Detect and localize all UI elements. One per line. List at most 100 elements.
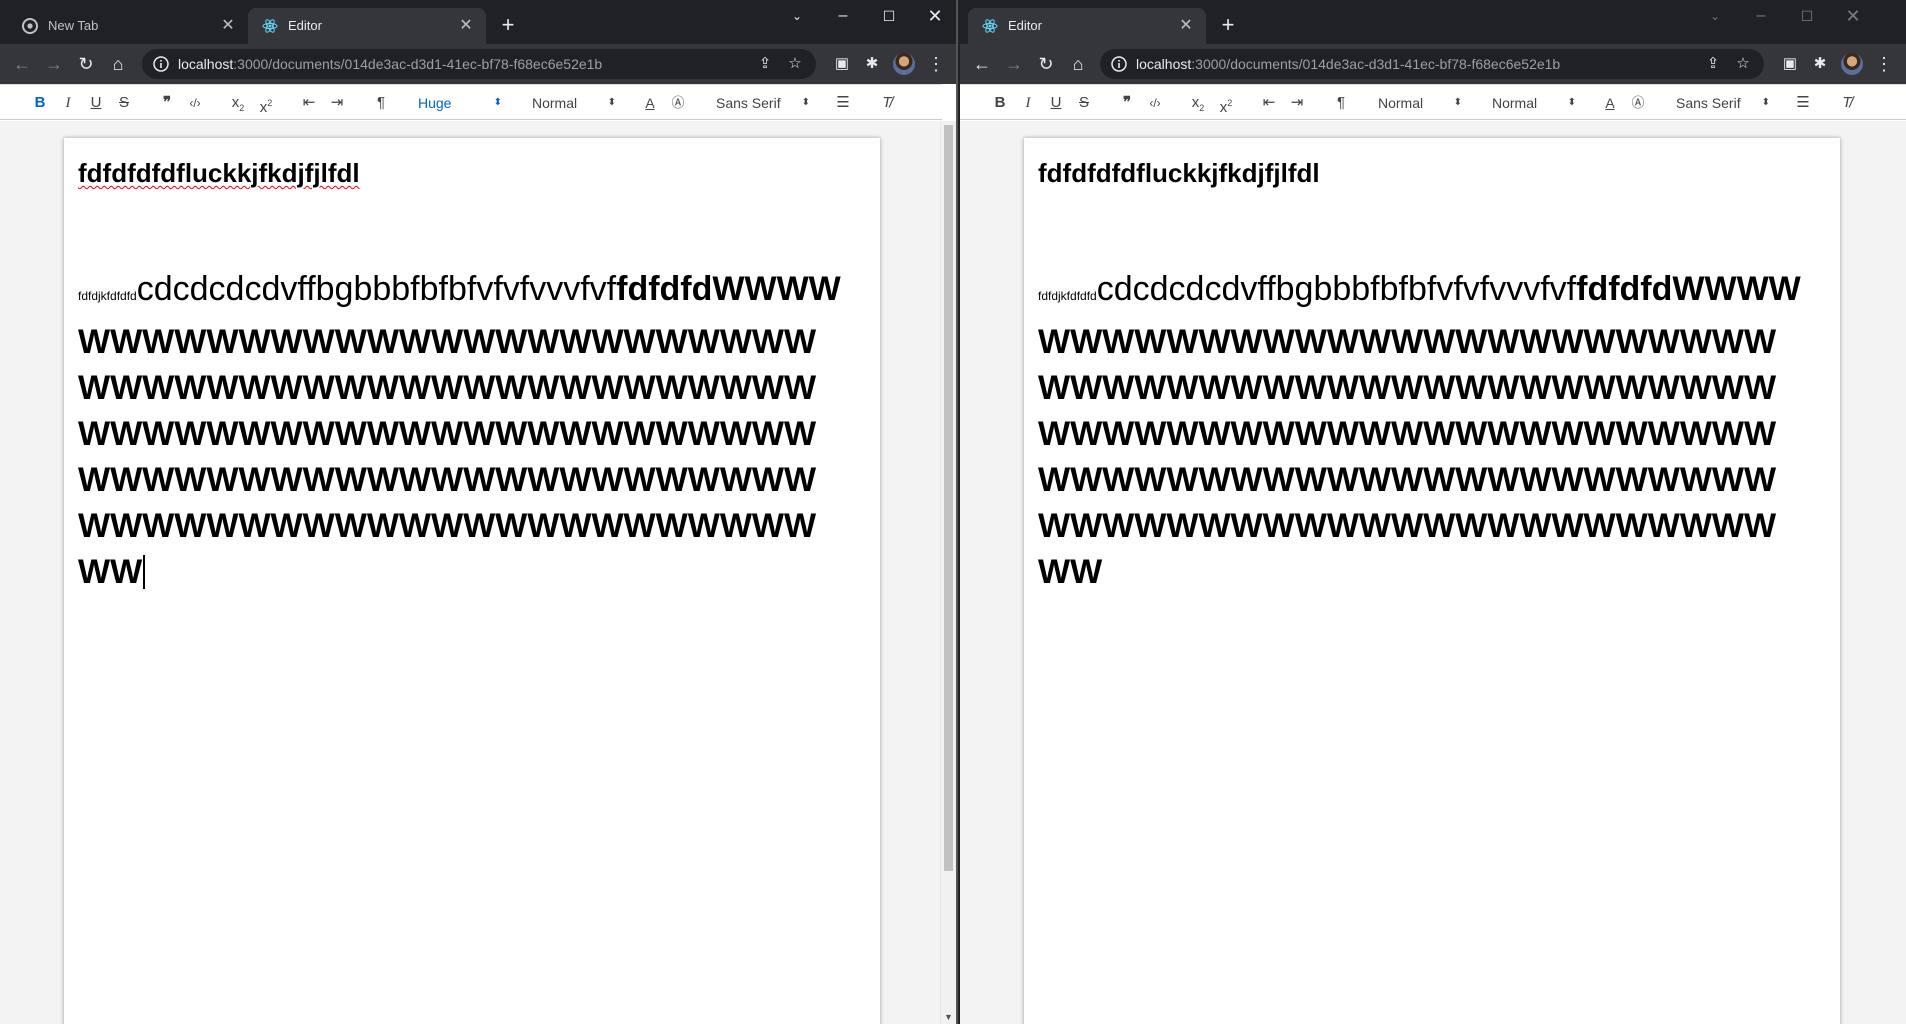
close-tab-icon[interactable]: ✕ (1176, 16, 1196, 36)
info-icon[interactable] (152, 55, 170, 73)
document-heading: fdfdfdfdfluckkjfkdjfjlfdl (1038, 158, 1320, 188)
tab-editor[interactable]: Editor ✕ (968, 8, 1206, 44)
font-select[interactable]: Sans Serif ⬍ (1676, 91, 1770, 115)
size-select[interactable]: Huge ⬍ (418, 91, 502, 115)
address-bar[interactable]: localhost:3000/documents/014de3ac-d3d1-4… (142, 49, 816, 79)
react-icon (982, 19, 998, 33)
indent-decrease-icon[interactable]: ⇤ (298, 91, 320, 115)
clear-format-icon[interactable]: T̸ (876, 91, 898, 115)
tab-new-tab[interactable]: New Tab ✕ (8, 8, 248, 44)
bold-button[interactable]: B (990, 91, 1010, 115)
reload-button[interactable]: ↻ (72, 50, 100, 78)
avatar[interactable] (1841, 53, 1863, 75)
forward-button[interactable]: → (1000, 50, 1028, 78)
share-icon[interactable]: ⇪ (1702, 53, 1724, 75)
puzzle-icon[interactable]: ✱ (1806, 50, 1834, 78)
code-block-icon[interactable]: ‹/› (184, 91, 206, 115)
tab-search-icon[interactable]: ⌄ (1692, 2, 1738, 30)
italic-button[interactable]: I (1018, 91, 1038, 115)
tab-search-icon[interactable]: ⌄ (774, 2, 820, 30)
maximize-button[interactable]: ☐ (866, 2, 912, 30)
code-block-icon[interactable]: ‹/› (1144, 91, 1166, 115)
tiny-text: fdfdjkfdfdfd (78, 289, 137, 303)
address-bar[interactable]: localhost:3000/documents/014de3ac-d3d1-4… (1100, 49, 1764, 79)
indent-decrease-icon[interactable]: ⇤ (1258, 91, 1280, 115)
indent-increase-icon[interactable]: ⇥ (1286, 91, 1308, 115)
underline-button[interactable]: U (1046, 91, 1066, 115)
close-window-button[interactable]: ✕ (912, 2, 956, 30)
strike-button[interactable]: S (1074, 91, 1094, 115)
size-select-value: Huge (418, 95, 452, 111)
superscript-button[interactable]: x2 (1214, 91, 1238, 116)
underline-button[interactable]: U (86, 91, 106, 115)
select-arrow-icon: ⬍ (493, 97, 502, 108)
text-color-icon[interactable]: A (1600, 91, 1620, 115)
indent-increase-icon[interactable]: ⇥ (326, 91, 348, 115)
close-tab-icon[interactable]: ✕ (456, 16, 476, 36)
home-icon[interactable]: ⌂ (1064, 50, 1092, 78)
puzzle-icon[interactable]: ✱ (858, 50, 886, 78)
strike-button[interactable]: S (114, 91, 134, 115)
background-color-icon[interactable]: Ⓐ (668, 91, 688, 115)
clear-format-icon[interactable]: T̸ (1836, 91, 1858, 115)
blockquote-icon[interactable]: ❞ (1116, 91, 1138, 115)
header-select[interactable]: Normal ⬍ (1492, 91, 1576, 115)
header-select[interactable]: Normal ⬍ (532, 91, 616, 115)
back-button[interactable]: ← (968, 50, 996, 78)
share-icon[interactable]: ⇪ (754, 53, 776, 75)
menu-icon[interactable]: ⋮ (922, 50, 950, 78)
align-left-icon[interactable]: ☰ (1792, 91, 1814, 115)
select-arrow-icon: ⬍ (1567, 97, 1576, 108)
close-window-button[interactable]: ✕ (1830, 2, 1876, 30)
header-select-value: Normal (532, 95, 578, 111)
scroll-down-arrow-icon[interactable]: ▼ (941, 1012, 956, 1022)
minimize-button[interactable]: – (1738, 2, 1784, 30)
superscript-button[interactable]: x2 (254, 91, 278, 116)
maximize-button[interactable]: ☐ (1784, 2, 1830, 30)
subscript-button[interactable]: x2 (226, 91, 250, 115)
url-text: localhost:3000/documents/014de3ac-d3d1-4… (178, 56, 603, 72)
background-color-icon[interactable]: Ⓐ (1628, 91, 1648, 115)
extension-icon[interactable]: ▣ (1776, 50, 1804, 78)
align-left-icon[interactable]: ☰ (832, 91, 854, 115)
menu-icon[interactable]: ⋮ (1870, 50, 1898, 78)
document-page[interactable]: fdfdfdfdfluckkjfkdjfjlfdl fdfdjkfdfdfdcd… (1024, 138, 1840, 1024)
text-direction-icon[interactable]: ¶ (1330, 91, 1352, 115)
bold-button[interactable]: B (30, 91, 50, 115)
blockquote-icon[interactable]: ❞ (156, 91, 178, 115)
document-paragraph: fdfdjkfdfdfdcdcdcdcdvffbgbbbfbfbfvfvfvvv… (78, 266, 848, 595)
tab-title: Editor (1008, 18, 1042, 33)
italic-button[interactable]: I (58, 91, 78, 115)
header-select-value: Normal (1492, 95, 1538, 111)
document-page[interactable]: fdfdfdfdfluckkjfkdjfjlfdl fdfdjkfdfdfdcd… (64, 138, 880, 1024)
home-icon[interactable]: ⌂ (104, 50, 132, 78)
new-tab-button[interactable]: + (496, 14, 520, 38)
tab-strip: New Tab ✕ Editor ✕ + ⌄ – ☐ ✕ (0, 0, 956, 44)
size-select[interactable]: Normal ⬍ (1378, 91, 1462, 115)
extension-icon[interactable]: ▣ (828, 50, 856, 78)
font-select[interactable]: Sans Serif ⬍ (716, 91, 810, 115)
text-color-icon[interactable]: A (640, 91, 660, 115)
text-caret (143, 555, 146, 589)
tab-editor[interactable]: Editor ✕ (248, 8, 486, 44)
avatar[interactable] (893, 53, 915, 75)
browser-window-right: Editor ✕ + ⌄ – ☐ ✕ ← → ↻ ⌂ localhost:300… (960, 0, 1906, 1024)
document-content[interactable]: fdfdfdfdfluckkjfkdjfjlfdl fdfdjkfdfdfdcd… (1038, 156, 1830, 595)
text-direction-icon[interactable]: ¶ (370, 91, 392, 115)
forward-button[interactable]: → (40, 50, 68, 78)
subscript-button[interactable]: x2 (1186, 91, 1210, 115)
bookmark-star-icon[interactable]: ☆ (784, 53, 806, 75)
reload-button[interactable]: ↻ (1032, 50, 1060, 78)
info-icon[interactable] (1110, 55, 1128, 73)
document-content[interactable]: fdfdfdfdfluckkjfkdjfjlfdl fdfdjkfdfdfdcd… (78, 156, 870, 595)
back-button[interactable]: ← (8, 50, 36, 78)
react-icon (262, 19, 278, 33)
new-tab-button[interactable]: + (1216, 14, 1240, 38)
vertical-scrollbar[interactable]: ▼ (940, 121, 956, 1024)
browser-toolbar: ← → ↻ ⌂ localhost:3000/documents/014de3a… (960, 44, 1906, 84)
bookmark-star-icon[interactable]: ☆ (1732, 53, 1754, 75)
size-select-value: Normal (1378, 95, 1424, 111)
close-tab-icon[interactable]: ✕ (218, 16, 238, 36)
minimize-button[interactable]: – (820, 2, 866, 30)
scrollbar-thumb[interactable] (944, 125, 953, 871)
